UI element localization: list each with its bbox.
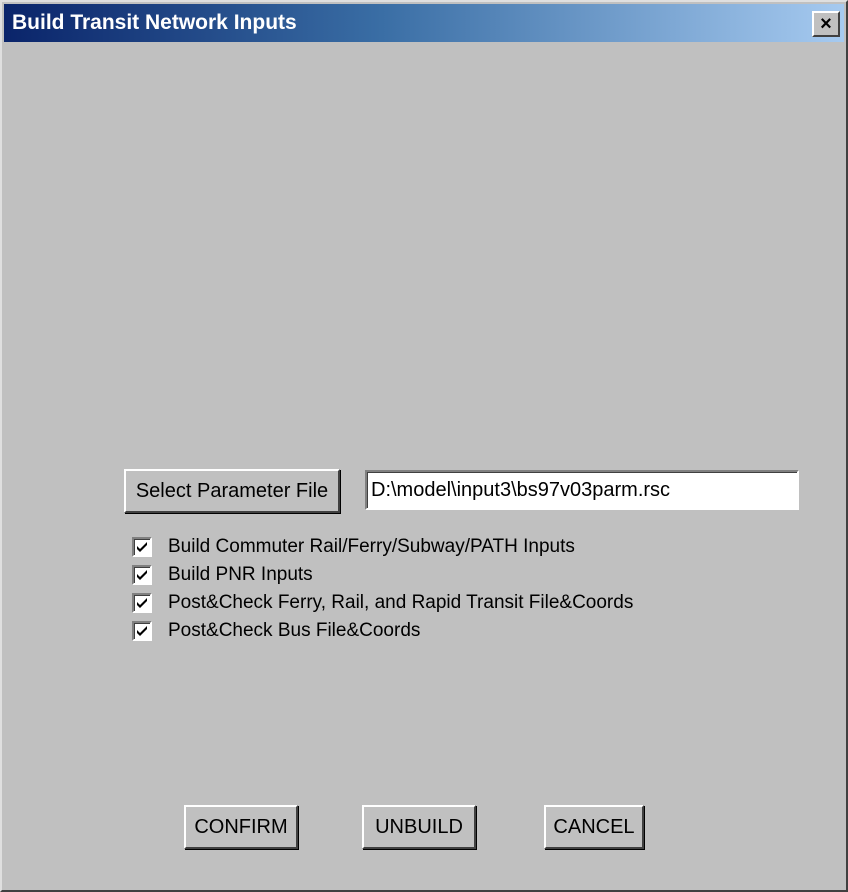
cancel-button[interactable]: CANCEL (544, 805, 644, 849)
pnr-checkbox[interactable] (132, 565, 152, 585)
close-button[interactable]: × (812, 11, 840, 37)
ferry-rail-rapid-checkbox[interactable] (132, 593, 152, 613)
pnr-label: Build PNR Inputs (168, 564, 313, 585)
checkmark-icon (137, 542, 147, 552)
option-commuter-rail[interactable]: Build Commuter Rail/Ferry/Subway/PATH In… (132, 535, 575, 559)
option-ferry-rail-rapid[interactable]: Post&Check Ferry, Rail, and Rapid Transi… (132, 591, 633, 615)
bus-label: Post&Check Bus File&Coords (168, 620, 421, 641)
select-parameter-file-button[interactable]: Select Parameter File (124, 469, 340, 513)
bus-checkbox[interactable] (132, 621, 152, 641)
select-parameter-file-label: Select Parameter File (135, 479, 329, 502)
confirm-button[interactable]: CONFIRM (184, 805, 298, 849)
unbuild-button[interactable]: UNBUILD (362, 805, 476, 849)
option-bus[interactable]: Post&Check Bus File&Coords (132, 619, 420, 643)
checkmark-icon (137, 626, 147, 636)
checkmark-icon (137, 598, 147, 608)
commuter-rail-checkbox[interactable] (132, 537, 152, 557)
dialog-window: Build Transit Network Inputs × Select Pa… (0, 0, 848, 892)
title-bar[interactable]: Build Transit Network Inputs × (4, 4, 844, 42)
parameter-file-path-input[interactable] (365, 470, 799, 510)
checkmark-icon (137, 570, 147, 580)
window-title: Build Transit Network Inputs (12, 11, 297, 34)
option-pnr[interactable]: Build PNR Inputs (132, 563, 313, 587)
cancel-label: CANCEL (553, 815, 635, 838)
close-icon: × (820, 13, 832, 35)
commuter-rail-label: Build Commuter Rail/Ferry/Subway/PATH In… (168, 536, 575, 557)
confirm-label: CONFIRM (194, 815, 288, 838)
unbuild-label: UNBUILD (375, 815, 463, 838)
ferry-rail-rapid-label: Post&Check Ferry, Rail, and Rapid Transi… (168, 592, 634, 613)
